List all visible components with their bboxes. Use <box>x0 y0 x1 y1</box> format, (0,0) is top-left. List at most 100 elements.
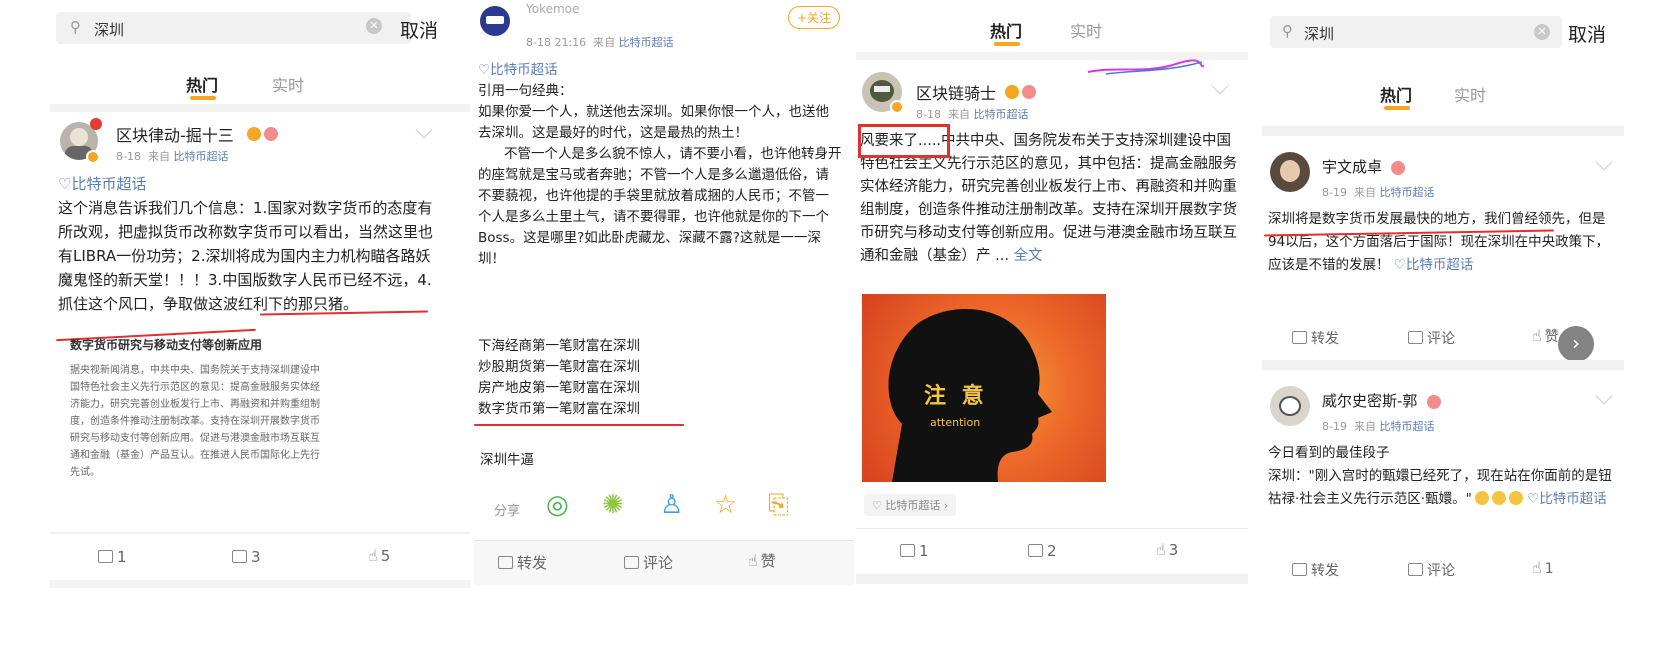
comment-button[interactable]: 2 <box>1028 542 1057 560</box>
divider <box>1262 126 1624 136</box>
panel-2: Yokemoe +关注 8-18 21:16 来自 比特币超话 ♡比特币超话 引… <box>474 0 854 652</box>
divider <box>856 574 1248 584</box>
clear-icon[interactable]: ✕ <box>1534 24 1550 40</box>
moments-icon[interactable]: ✺ <box>602 490 624 520</box>
avatar[interactable] <box>1270 386 1310 426</box>
post-meta: 8-19 来自 比特币超话 <box>1322 186 1435 199</box>
post-body: ♡比特币超话 引用一句经典： 如果你爱一个人，就送他去深圳。如果你恨一个人，也送… <box>478 62 842 267</box>
tab-hot[interactable]: 热门 <box>1380 82 1412 106</box>
image-subtitle: attention <box>930 416 981 429</box>
post-image[interactable]: 注 意 attention <box>862 294 1106 482</box>
like-button[interactable]: ☝ 赞 <box>748 550 776 571</box>
tab-realtime[interactable]: 实时 <box>1070 18 1102 42</box>
attachment-card[interactable]: 数字货币研究与移动支付等创新应用 据央视新闻消息，中共中央、国务院关于支持深圳建… <box>70 336 320 481</box>
comment-button[interactable]: 评论 <box>1408 328 1455 348</box>
like-button[interactable]: ☝ 赞 <box>1532 326 1559 346</box>
tab-underline <box>994 42 1020 46</box>
search-bar[interactable]: ⚲ 深圳 ✕ <box>56 12 411 44</box>
thumb-up-icon: ☝ <box>748 551 758 570</box>
like-button[interactable]: ☝ 1 <box>1532 558 1554 577</box>
post-meta: 8-19 来自 比特币超话 <box>1322 420 1435 433</box>
next-page-button[interactable]: › <box>1558 326 1594 362</box>
cancel-button[interactable]: 取消 <box>1568 20 1606 47</box>
scribble-mark <box>1087 59 1205 75</box>
attachment-title: 数字货币研究与移动支付等创新应用 <box>70 338 263 352</box>
repost-icon <box>498 556 513 569</box>
comment-button[interactable]: 3 <box>232 548 261 566</box>
username[interactable]: 区块律动-掘十三 <box>116 122 234 146</box>
list-item: 炒股期货第一笔财富在深圳 <box>478 359 640 375</box>
notification-badge <box>90 118 102 130</box>
thumb-up-icon: ☝ <box>1532 558 1542 577</box>
username[interactable]: 威尔史密斯-郭 <box>1322 390 1417 411</box>
repost-icon <box>1292 563 1307 576</box>
save-icon[interactable]: ⎘ <box>768 490 789 521</box>
verified-badge <box>890 100 904 114</box>
clear-icon[interactable]: ✕ <box>366 18 382 34</box>
comment-icon <box>1028 544 1043 557</box>
tab-underline <box>1384 106 1410 110</box>
chevron-down-icon[interactable] <box>1211 77 1229 95</box>
comment-icon <box>624 556 639 569</box>
topic-link[interactable]: ♡比特币超话 <box>58 175 146 193</box>
avatar[interactable] <box>480 6 510 36</box>
post-body: 深圳将是数字货币发展最快的地方，我们曾经领先，但是94以后，这个方面落后于国际！… <box>1268 211 1610 273</box>
tab-hot[interactable]: 热门 <box>186 72 218 96</box>
search-input[interactable]: 深圳 <box>1304 23 1334 44</box>
thumb-up-icon: ☝ <box>1156 540 1166 559</box>
tab-hot[interactable]: 热门 <box>990 18 1022 42</box>
thumb-up-icon: ☝ <box>1532 326 1542 345</box>
username[interactable]: 区块链骑士 <box>916 80 996 104</box>
repost-button[interactable]: 转发 <box>1292 560 1339 580</box>
comment-icon <box>1408 563 1423 576</box>
topic-link[interactable]: ♡比特币超话 <box>1527 491 1607 507</box>
search-bar[interactable]: ⚲ 深圳 ✕ <box>1270 16 1562 48</box>
tab-realtime[interactable]: 实时 <box>272 72 304 96</box>
chevron-down-icon[interactable] <box>1595 153 1613 171</box>
post-meta: 8-18 来自 比特币超话 <box>116 150 229 163</box>
list-item: 下海经商第一笔财富在深圳 <box>478 338 640 354</box>
verified-badge <box>86 150 100 164</box>
repost-button[interactable]: 1 <box>98 548 127 566</box>
repost-button[interactable]: 转发 <box>498 552 547 573</box>
search-input[interactable]: 深圳 <box>94 19 124 40</box>
cancel-button[interactable]: 取消 <box>400 16 438 43</box>
panel-3: 热门 实时 区块链骑士 8-18 来自 比特币超话 风要来了.....中共中央、… <box>856 0 1248 652</box>
wechat-icon[interactable]: ◎ <box>546 490 569 520</box>
username[interactable]: 宇文成卓 <box>1322 156 1382 177</box>
repost-button[interactable]: 1 <box>900 542 929 560</box>
comment-button[interactable]: 评论 <box>1408 560 1455 580</box>
read-more-link[interactable]: 全文 <box>1014 248 1043 264</box>
tab-realtime[interactable]: 实时 <box>1454 82 1486 106</box>
repost-icon <box>98 550 113 563</box>
post-body: ♡比特币超话 这个消息告诉我们几个信息：1.国家对数字货币的态度有所改观，把虚拟… <box>58 172 438 316</box>
comment-button[interactable]: 评论 <box>624 552 673 573</box>
post-meta: 8-18 来自 比特币超话 <box>916 108 1029 121</box>
divider <box>856 528 1248 529</box>
wealth-list: 下海经商第一笔财富在深圳 炒股期货第一笔财富在深圳 房产地皮第一笔财富在深圳 数… <box>478 336 842 420</box>
annotation-underline <box>474 424 684 426</box>
level-icons <box>1002 82 1036 101</box>
topic-link[interactable]: ♡比特币超话 <box>1394 257 1474 273</box>
avatar[interactable] <box>1270 152 1310 192</box>
chevron-down-icon[interactable] <box>415 121 433 139</box>
qq-icon[interactable]: ♙ <box>660 490 683 520</box>
list-item: 数字货币第一笔财富在深圳 <box>478 401 640 417</box>
like-button[interactable]: ☝ 5 <box>368 546 390 565</box>
divider <box>50 580 470 588</box>
topic-chip[interactable]: ♡ 比特币超话 › <box>864 494 957 516</box>
follow-button[interactable]: +关注 <box>788 6 841 29</box>
username[interactable]: Yokemoe <box>526 2 579 16</box>
divider <box>50 532 470 534</box>
repost-button[interactable]: 转发 <box>1292 328 1339 348</box>
favorite-icon[interactable]: ☆ <box>714 490 737 520</box>
repost-icon <box>900 544 915 557</box>
topic-link[interactable]: ♡比特币超话 <box>478 62 558 78</box>
like-button[interactable]: ☝ 3 <box>1156 540 1178 559</box>
chevron-down-icon[interactable] <box>1595 387 1613 405</box>
post-body: 今日看到的最佳段子 深圳："刚入宫时的甄嬛已经死了，现在站在你面前的是钮祜禄·社… <box>1268 445 1612 507</box>
repost-icon <box>1292 331 1307 344</box>
panel-4: ⚲ 深圳 ✕ 取消 热门 实时 宇文成卓 8-19 来自 比特币超话 深圳将是数… <box>1262 0 1624 652</box>
comment-icon <box>232 550 247 563</box>
annotation-box <box>858 124 950 158</box>
